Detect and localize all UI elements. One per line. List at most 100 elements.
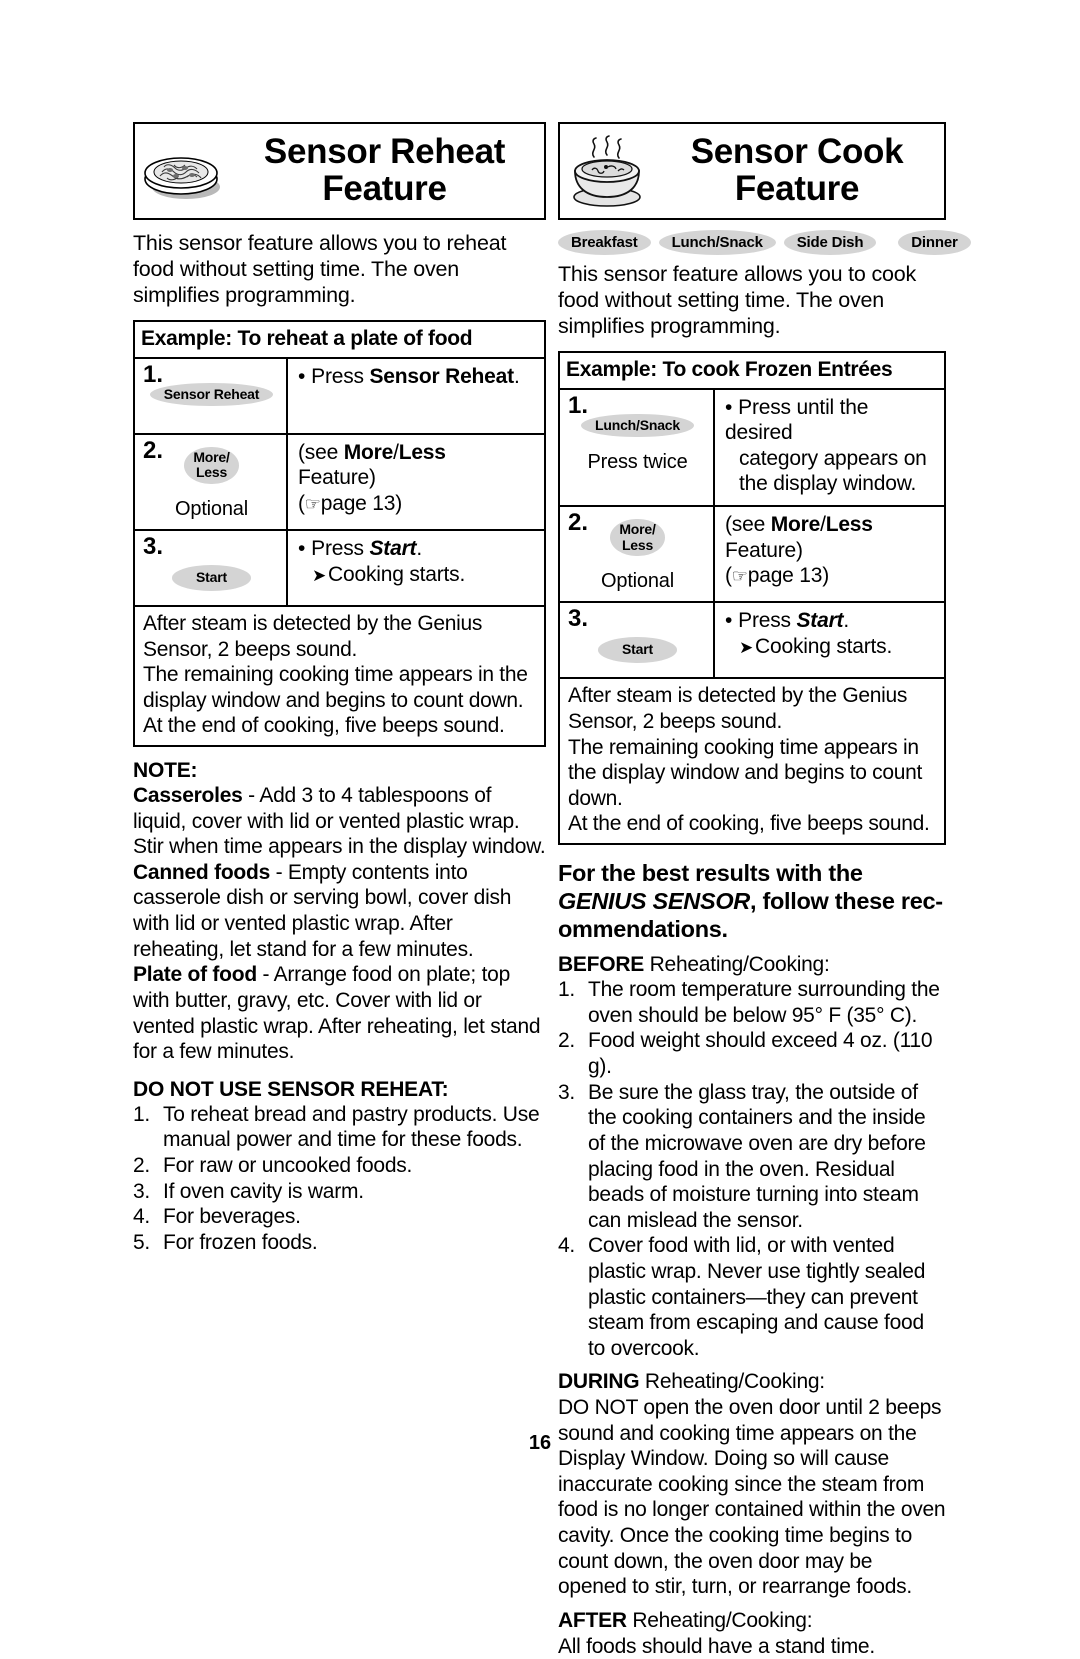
list-text: For frozen foods. (163, 1231, 318, 1254)
list-item: 5. For frozen foods. (133, 1230, 546, 1256)
press-period: . (843, 609, 849, 632)
note-term: Canned foods (133, 861, 270, 884)
list-number: 2. (133, 1153, 150, 1179)
badge-dinner[interactable]: Dinner (898, 230, 970, 255)
list-text: If oven cavity is warm. (163, 1180, 364, 1203)
page-reference: page 13) (748, 564, 829, 587)
cook-example-table: Example: To cook Frozen Entrées 1. Lunch… (558, 351, 946, 845)
paren-open: ( (725, 564, 732, 587)
step-optional-note: Optional (143, 498, 280, 521)
list-item: 3. If oven cavity is warm. (133, 1179, 546, 1205)
list-item: 2. For raw or uncooked foods. (133, 1153, 546, 1179)
cooking-starts-text: Cooking starts. (755, 635, 892, 658)
banner-title-line2: Feature (231, 171, 538, 208)
list-number: 5. (133, 1230, 150, 1256)
lunch-snack-button[interactable]: Lunch/Snack (581, 414, 694, 438)
table-row: 3. Start Press Start. Cooking starts. (560, 603, 944, 679)
more-less-button[interactable]: More/Less (184, 447, 238, 484)
press-period: . (514, 365, 520, 388)
step-description: Press Sensor Reheat. (288, 359, 544, 433)
list-item: 1.The room temperature surrounding the o… (558, 977, 946, 1028)
list-text: Be sure the glass tray, the outside of t… (588, 1081, 926, 1232)
badge-side-dish[interactable]: Side Dish (784, 230, 877, 255)
list-number: 3. (133, 1179, 150, 1205)
start-target: Start (369, 537, 416, 560)
during-label-rest: Reheating/Cooking: (639, 1370, 825, 1393)
step-description: Press Start. Cooking starts. (288, 531, 544, 605)
more-label: More/ (619, 521, 655, 537)
note-term: Casseroles (133, 784, 243, 807)
more-label: More/ (193, 449, 229, 465)
right-intro-paragraph: This sensor feature allows you to cook f… (558, 261, 946, 340)
step-number: 3. (143, 535, 280, 559)
table-row: 2. More/Less Optional (see More/Less Fea… (135, 435, 544, 531)
more-less-button[interactable]: More/Less (610, 519, 664, 556)
during-label-row: DURING Reheating/Cooking: (558, 1369, 946, 1395)
list-number: 3. (558, 1080, 575, 1106)
example-footer-text: After steam is detected by the Genius Se… (560, 679, 944, 843)
during-label: DURING (558, 1370, 639, 1393)
steaming-bowl-icon (560, 131, 656, 211)
list-number: 4. (133, 1204, 150, 1230)
before-label-row: BEFORE Reheating/Cooking: (558, 952, 946, 978)
genius-sensor-label: GENIUS SENSOR (558, 888, 750, 914)
list-text: For raw or uncooked foods. (163, 1154, 412, 1177)
start-button[interactable]: Start (598, 637, 677, 663)
do-not-use-heading: DO NOT USE SENSOR REHEAT: (133, 1078, 546, 1102)
table-row: 1. Sensor Reheat Press Sensor Reheat. (135, 359, 544, 435)
banner-title-line1: Sensor Reheat (264, 132, 505, 171)
badge-lunch-snack[interactable]: Lunch/Snack (659, 230, 776, 255)
cooking-starts-text: Cooking starts. (328, 563, 465, 586)
list-text: Food weight should exceed 4 oz. (110 g). (588, 1029, 932, 1078)
list-text: To reheat bread and pastry products. Use… (163, 1103, 539, 1152)
step-description: Press until the desired category appears… (715, 390, 944, 505)
reheat-example-table: Example: To reheat a plate of food 1. Se… (133, 320, 546, 747)
example-table-title: Example: To cook Frozen Entrées (560, 353, 944, 390)
after-label-rest: Reheating/Cooking: (627, 1609, 813, 1632)
list-item: 4. For beverages. (133, 1204, 546, 1230)
list-number: 1. (133, 1102, 150, 1128)
more-text: More (771, 513, 820, 536)
table-row: 2. More/Less Optional (see More/Less Fea… (560, 507, 944, 603)
badge-breakfast[interactable]: Breakfast (558, 230, 651, 255)
start-button[interactable]: Start (172, 565, 251, 591)
right-column: Sensor Cook Feature Breakfast Lunch/Snac… (558, 122, 946, 1659)
list-number: 1. (558, 977, 575, 1003)
sensor-reheat-button[interactable]: Sensor Reheat (150, 383, 273, 407)
before-list: 1.The room temperature surrounding the o… (558, 977, 946, 1361)
step-description: (see More/Less Feature) (page 13) (288, 435, 544, 529)
feature-text: Feature) (298, 465, 538, 491)
press-label: Press (311, 365, 364, 388)
list-item: 4.Cover food with lid, or with vented pl… (558, 1233, 946, 1361)
see-prefix: (see (725, 513, 771, 536)
less-text: Less (399, 441, 446, 464)
plate-of-food-icon (135, 135, 231, 207)
best-results-line2-rest: , follow these rec- (750, 888, 943, 914)
note-canned-foods: Canned foods - Empty contents into casse… (133, 860, 546, 962)
less-text: Less (826, 513, 873, 536)
less-label: Less (622, 537, 653, 553)
press-twice-note: Press twice (568, 451, 707, 474)
during-text: DO NOT open the oven door until 2 beeps … (558, 1395, 946, 1600)
step-cell: 3. Start (560, 603, 715, 677)
step-description: (see More/Less Feature) (page 13) (715, 507, 944, 601)
list-text: For beverages. (163, 1205, 301, 1228)
pointing-hand-icon (732, 564, 748, 587)
left-column: Sensor Reheat Feature This sensor featur… (133, 122, 546, 1255)
note-casseroles: Casseroles - Add 3 to 4 tablespoons of l… (133, 783, 546, 860)
before-label: BEFORE (558, 953, 644, 976)
step-cell: 1. Lunch/Snack Press twice (560, 390, 715, 505)
press-until-text: Press until the desired (725, 396, 868, 445)
best-results-line1: For the best results with the (558, 859, 946, 887)
paren-open: ( (298, 492, 305, 515)
feature-text: Feature) (725, 538, 938, 564)
banner-title-line2: Feature (656, 171, 938, 208)
category-appears-text: category appears on (725, 446, 938, 472)
step-optional-note: Optional (568, 570, 707, 593)
more-text: More (344, 441, 393, 464)
table-row: 1. Lunch/Snack Press twice Press until t… (560, 390, 944, 507)
list-item: 1. To reheat bread and pastry products. U… (133, 1102, 546, 1153)
step-cell: 3. Start (135, 531, 288, 605)
note-heading: NOTE: (133, 759, 546, 783)
step-number: 3. (568, 607, 707, 631)
